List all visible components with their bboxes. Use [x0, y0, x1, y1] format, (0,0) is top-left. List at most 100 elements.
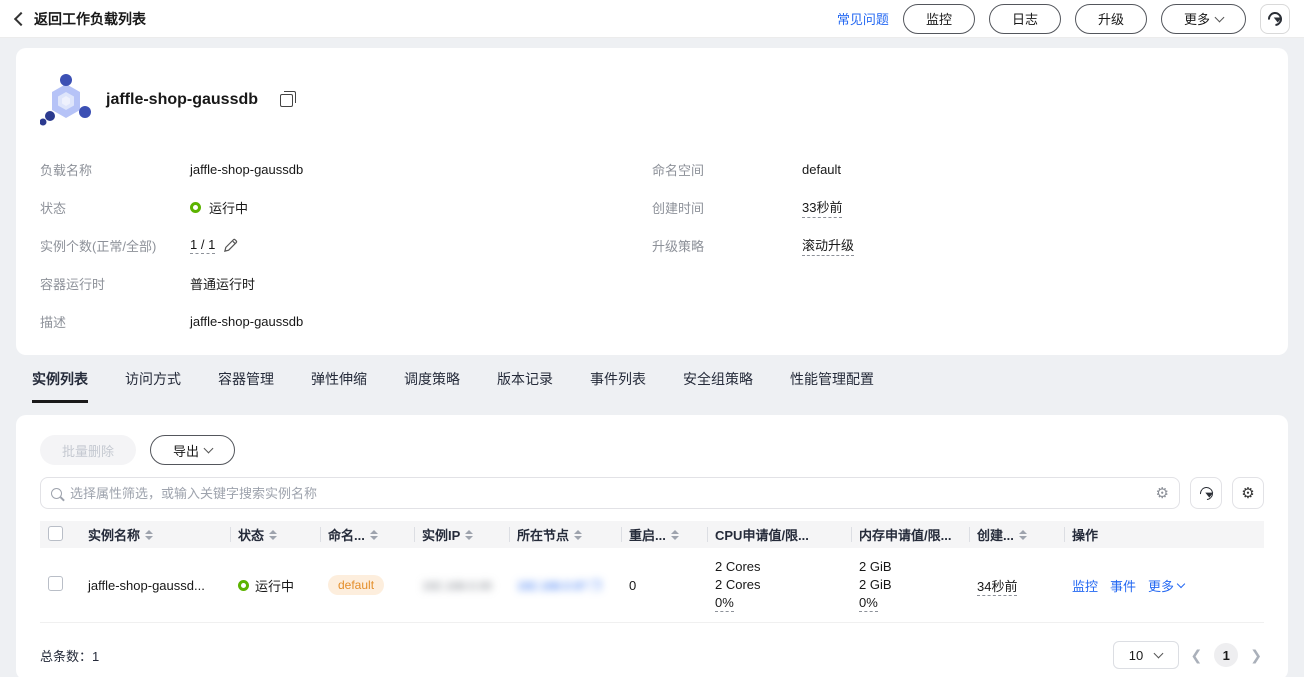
memory-limit: 2 GiB [859, 577, 892, 592]
field-label: 状态 [40, 200, 67, 216]
tab-container-management[interactable]: 容器管理 [218, 369, 274, 403]
col-instance-name: 实例名称 [88, 528, 141, 543]
field-value: 普通运行时 [190, 276, 256, 292]
refresh-icon [1265, 8, 1285, 29]
col-namespace: 命名... [328, 528, 365, 543]
redacted-node-link[interactable]: 192.168.0.97 ❐ [517, 579, 601, 593]
table-footer: 总条数：1 10 ❮ 1 ❯ [40, 641, 1264, 669]
memory-request: 2 GiB [859, 559, 892, 574]
sort-icon[interactable] [670, 529, 679, 540]
tab-version-history[interactable]: 版本记录 [497, 369, 553, 403]
field-created-time: 创建时间 33秒前 [652, 188, 1264, 226]
tab-security-group-policy[interactable]: 安全组策略 [683, 369, 753, 403]
tab-performance-management[interactable]: 性能管理配置 [790, 369, 874, 403]
sort-icon[interactable] [145, 529, 154, 540]
select-all-checkbox[interactable] [48, 525, 63, 541]
filter-settings-icon[interactable]: ⚙ [1156, 486, 1169, 501]
field-label: 升级策略 [652, 238, 705, 254]
chevron-down-icon [203, 443, 214, 454]
more-button[interactable]: 更多 [1160, 3, 1246, 34]
table-row: jaffle-shop-gaussd... 运行中 default 192.16… [40, 548, 1264, 623]
memory-cell: 2 GiB 2 GiB 0% [851, 548, 969, 623]
back-to-workload-list[interactable]: 返回工作负载列表 [13, 9, 146, 29]
search-box: ⚙ [40, 477, 1180, 509]
row-actions: 监控 事件 更多 [1072, 576, 1256, 595]
chevron-down-icon [1176, 579, 1186, 589]
col-cpu: CPU申请值/限... [715, 528, 809, 543]
back-chevron-icon [13, 11, 29, 27]
copy-icon[interactable] [280, 90, 297, 107]
field-status: 状态 运行中 [40, 188, 652, 226]
row-more-label: 更多 [1148, 578, 1175, 594]
fields-right-column: 命名空间 default 创建时间 33秒前 升级策略 滚动升级 [652, 150, 1264, 340]
total-count-value: 1 [92, 648, 100, 664]
col-memory: 内存申请值/限... [859, 528, 952, 543]
memory-usage[interactable]: 0% [859, 595, 878, 612]
col-restarts: 重启... [629, 528, 666, 543]
tab-access-mode[interactable]: 访问方式 [125, 369, 181, 403]
row-checkbox[interactable] [48, 576, 63, 591]
monitor-button[interactable]: 监控 [902, 3, 975, 34]
top-bar: 返回工作负载列表 常见问题 监控 日志 升级 更多 [0, 0, 1304, 38]
edit-pencil-icon[interactable] [223, 238, 238, 253]
sort-icon[interactable] [269, 529, 278, 540]
upgrade-policy-value[interactable]: 滚动升级 [802, 235, 855, 256]
logs-button[interactable]: 日志 [988, 3, 1061, 34]
row-events-link[interactable]: 事件 [1110, 576, 1136, 595]
chevron-down-icon [1153, 648, 1164, 659]
upgrade-button-label: 升级 [1097, 12, 1124, 27]
namespace-badge: default [328, 575, 385, 595]
chevron-down-icon [1214, 12, 1225, 22]
sort-icon[interactable] [574, 529, 583, 540]
current-page[interactable]: 1 [1214, 643, 1239, 667]
row-monitor-link[interactable]: 监控 [1072, 576, 1098, 595]
fields-left-column: 负载名称 jaffle-shop-gaussdb 状态 运行中 实例个数(正常/… [40, 150, 652, 340]
logs-button-label: 日志 [1011, 12, 1038, 27]
next-page-button[interactable]: ❯ [1248, 647, 1264, 664]
pagination: 10 ❮ 1 ❯ [1112, 641, 1264, 669]
tab-auto-scaling[interactable]: 弹性伸缩 [311, 369, 367, 403]
created-time-value[interactable]: 33秒前 [802, 197, 843, 218]
prev-page-button[interactable]: ❮ [1189, 647, 1205, 664]
field-label: 容器运行时 [40, 276, 106, 292]
search-row: ⚙ ⚙ [40, 477, 1264, 509]
page-size-value: 10 [1128, 647, 1144, 663]
table-toolbar: 批量删除 导出 [40, 435, 1264, 465]
field-label: 创建时间 [652, 200, 705, 216]
row-more-link[interactable]: 更多 [1148, 576, 1186, 595]
col-node: 所在节点 [517, 528, 570, 543]
field-upgrade-policy: 升级策略 滚动升级 [652, 226, 1264, 264]
workload-icon [40, 74, 91, 126]
sort-icon[interactable] [369, 529, 378, 540]
row-created-time[interactable]: 34秒前 [977, 578, 1018, 596]
instance-status-text: 运行中 [255, 578, 295, 594]
export-button-label: 导出 [173, 443, 200, 459]
sort-icon[interactable] [465, 529, 474, 540]
status-text: 运行中 [209, 200, 249, 216]
instance-name-cell[interactable]: jaffle-shop-gaussd... [80, 548, 230, 623]
export-button[interactable]: 导出 [150, 435, 236, 465]
faq-link[interactable]: 常见问题 [837, 9, 889, 28]
instance-count-value[interactable]: 1 / 1 [190, 237, 216, 254]
workload-fields: 负载名称 jaffle-shop-gaussdb 状态 运行中 实例个数(正常/… [40, 150, 1264, 340]
page-size-select[interactable]: 10 [1112, 641, 1179, 669]
search-input[interactable] [70, 485, 1148, 501]
col-actions: 操作 [1072, 528, 1099, 543]
status-running-icon [238, 579, 249, 591]
instance-table: 实例名称 状态 命名... 实例IP 所在节点 重启... CPU申请值/限..… [40, 521, 1264, 623]
tab-instance-list[interactable]: 实例列表 [32, 369, 88, 403]
table-refresh-button[interactable] [1190, 477, 1222, 509]
field-label: 命名空间 [652, 162, 705, 178]
upgrade-button[interactable]: 升级 [1074, 3, 1147, 34]
column-settings-button[interactable]: ⚙ [1232, 477, 1264, 509]
instance-table-card: 批量删除 导出 ⚙ ⚙ 实例名称 状态 命名... 实例IP 所在节点 重启..… [16, 415, 1288, 677]
tab-scheduling-policy[interactable]: 调度策略 [404, 369, 460, 403]
batch-delete-button[interactable]: 批量删除 [40, 435, 137, 465]
refresh-page-button[interactable] [1260, 3, 1290, 34]
cpu-usage[interactable]: 0% [715, 595, 734, 612]
field-workload-name: 负载名称 jaffle-shop-gaussdb [40, 150, 652, 188]
tab-event-list[interactable]: 事件列表 [590, 369, 646, 403]
field-instance-count: 实例个数(正常/全部) 1 / 1 [40, 226, 652, 264]
sort-icon[interactable] [1018, 529, 1027, 540]
topbar-actions: 常见问题 监控 日志 升级 更多 [837, 3, 1290, 34]
